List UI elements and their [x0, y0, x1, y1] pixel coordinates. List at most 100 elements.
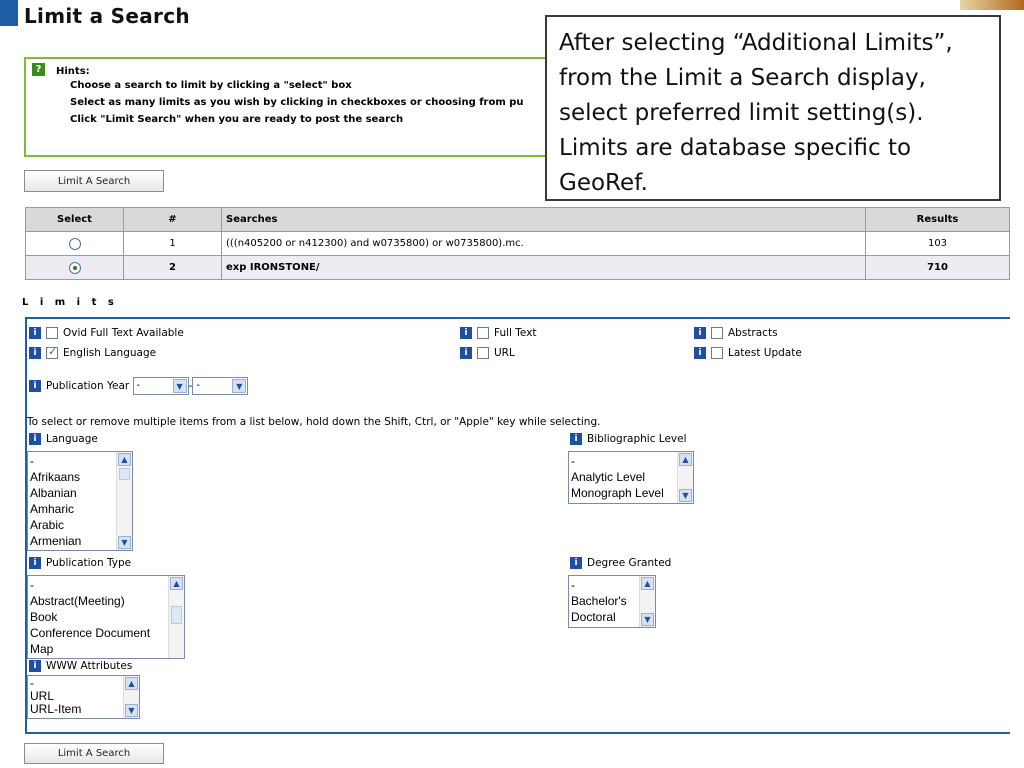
- info-icon[interactable]: i: [29, 433, 41, 445]
- scroll-up-icon[interactable]: ▲: [125, 677, 138, 690]
- instruction-callout: After selecting “Additional Limits”, fro…: [545, 15, 1001, 201]
- scroll-up-icon[interactable]: ▲: [641, 577, 654, 590]
- scroll-up-icon[interactable]: ▲: [679, 453, 692, 466]
- list-option[interactable]: Afrikaans: [30, 469, 130, 485]
- scrollbar[interactable]: ▲ ▼: [677, 452, 693, 503]
- info-icon[interactable]: i: [460, 347, 472, 359]
- limit-label: Full Text: [494, 327, 537, 339]
- pub-year-from-select[interactable]: - ▼: [132, 377, 189, 395]
- limits-heading: L i m i t s: [22, 297, 118, 308]
- chevron-down-icon: ▼: [232, 379, 247, 393]
- list-option[interactable]: -: [571, 453, 691, 469]
- publication-year-label: Publication Year: [46, 380, 130, 392]
- list-option[interactable]: -: [30, 453, 130, 469]
- language-label: Language: [46, 433, 98, 445]
- page-title: Limit a Search: [24, 4, 190, 28]
- hints-label: Hints:: [56, 66, 90, 77]
- info-icon[interactable]: i: [694, 347, 706, 359]
- language-label-row: i Language: [29, 433, 98, 445]
- scroll-down-icon[interactable]: ▼: [125, 704, 138, 717]
- info-icon[interactable]: i: [29, 660, 41, 672]
- list-option[interactable]: Book: [30, 609, 182, 625]
- search-number: 1: [123, 231, 222, 256]
- scroll-thumb[interactable]: [171, 606, 182, 624]
- scrollbar[interactable]: ▲: [168, 576, 184, 658]
- info-icon[interactable]: i: [570, 557, 582, 569]
- select-radio-2[interactable]: [68, 261, 81, 274]
- col-header-number: #: [123, 207, 222, 232]
- select-cell: [25, 231, 124, 256]
- info-icon[interactable]: i: [460, 327, 472, 339]
- latest-update-checkbox[interactable]: [711, 347, 723, 359]
- hint-item: Click "Limit Search" when you are ready …: [70, 111, 546, 128]
- hint-item: Choose a search to limit by clicking a "…: [70, 77, 546, 94]
- scroll-up-icon[interactable]: ▲: [118, 453, 131, 466]
- scroll-down-icon[interactable]: ▼: [679, 489, 692, 502]
- search-history-table: Select # Searches Results 1 (((n405200 o…: [25, 207, 1010, 280]
- search-query: (((n405200 or n412300) and w0735800) or …: [221, 231, 866, 256]
- scroll-up-icon[interactable]: ▲: [170, 577, 183, 590]
- bib-level-listbox[interactable]: - Analytic Level Monograph Level ▲ ▼: [568, 451, 694, 504]
- hint-item: Select as many limits as you wish by cli…: [70, 94, 546, 111]
- list-option[interactable]: Abstract(Meeting): [30, 593, 182, 609]
- english-language-checkbox[interactable]: [46, 345, 58, 359]
- degree-label-row: i Degree Granted: [570, 557, 671, 569]
- list-option[interactable]: Albanian: [30, 485, 130, 501]
- scroll-thumb[interactable]: [119, 468, 130, 480]
- limit-url: i URL: [460, 347, 515, 359]
- chevron-down-icon: ▼: [172, 379, 187, 393]
- language-listbox[interactable]: - Afrikaans Albanian Amharic Arabic Arme…: [27, 451, 133, 551]
- info-icon[interactable]: i: [694, 327, 706, 339]
- info-icon[interactable]: i: [29, 380, 41, 392]
- scroll-down-icon[interactable]: ▼: [118, 536, 131, 549]
- limit-label: Abstracts: [728, 327, 778, 339]
- help-icon: ?: [32, 63, 45, 76]
- multi-select-instruction: To select or remove multiple items from …: [27, 416, 601, 428]
- info-icon[interactable]: i: [29, 347, 41, 359]
- url-checkbox[interactable]: [477, 347, 489, 359]
- info-icon[interactable]: i: [29, 327, 41, 339]
- www-label-row: i WWW Attributes: [29, 660, 132, 672]
- bib-level-label: Bibliographic Level: [587, 433, 687, 445]
- limit-ovid-full-text: i Ovid Full Text Available: [29, 327, 184, 339]
- list-option[interactable]: -: [30, 577, 182, 593]
- limit-english-language: i English Language: [29, 345, 157, 359]
- select-radio-1[interactable]: [68, 237, 81, 250]
- ovid-full-text-checkbox[interactable]: [46, 327, 58, 339]
- select-value: -: [136, 380, 141, 391]
- list-option[interactable]: Amharic: [30, 501, 130, 517]
- list-option[interactable]: URL-Item: [30, 703, 137, 716]
- search-number: 2: [123, 255, 222, 280]
- hints-panel: ? Hints: Choose a search to limit by cli…: [24, 57, 564, 157]
- pub-type-listbox[interactable]: - Abstract(Meeting) Book Conference Docu…: [27, 575, 185, 659]
- info-icon[interactable]: i: [29, 557, 41, 569]
- scrollbar[interactable]: ▲ ▼: [123, 676, 139, 718]
- full-text-checkbox[interactable]: [477, 327, 489, 339]
- col-header-results: Results: [865, 207, 1010, 232]
- list-option[interactable]: Analytic Level: [571, 469, 691, 485]
- search-query: exp IRONSTONE/: [221, 255, 866, 280]
- col-header-searches: Searches: [221, 207, 866, 232]
- pub-type-label-row: i Publication Type: [29, 557, 131, 569]
- limit-search-button-top[interactable]: Limit A Search: [24, 170, 164, 192]
- limit-search-button-bottom[interactable]: Limit A Search: [24, 743, 164, 764]
- pub-year-to-select[interactable]: - ▼: [192, 377, 249, 395]
- list-option[interactable]: Monograph Level: [571, 485, 691, 501]
- www-attributes-listbox[interactable]: - URL URL-Item ▲ ▼: [27, 675, 140, 719]
- limit-label: Latest Update: [728, 347, 802, 359]
- degree-listbox[interactable]: - Bachelor's Doctoral ▲ ▼: [568, 575, 656, 628]
- scrollbar[interactable]: ▲ ▼: [116, 452, 132, 550]
- info-icon[interactable]: i: [570, 433, 582, 445]
- scrollbar[interactable]: ▲ ▼: [639, 576, 655, 627]
- limits-panel: i Ovid Full Text Available i Full Text i Ab…: [25, 317, 1010, 734]
- abstracts-checkbox[interactable]: [711, 327, 723, 339]
- limit-publication-year: i Publication Year - ▼ - - ▼: [29, 377, 249, 395]
- scroll-down-icon[interactable]: ▼: [641, 613, 654, 626]
- list-option[interactable]: Conference Document: [30, 625, 182, 641]
- limit-abstracts: i Abstracts: [694, 327, 778, 339]
- header-corner-graphic: [960, 0, 1024, 10]
- list-option[interactable]: Arabic: [30, 517, 130, 533]
- list-option[interactable]: Armenian: [30, 533, 130, 549]
- list-option[interactable]: Map: [30, 641, 182, 657]
- limit-label: English Language: [63, 347, 157, 359]
